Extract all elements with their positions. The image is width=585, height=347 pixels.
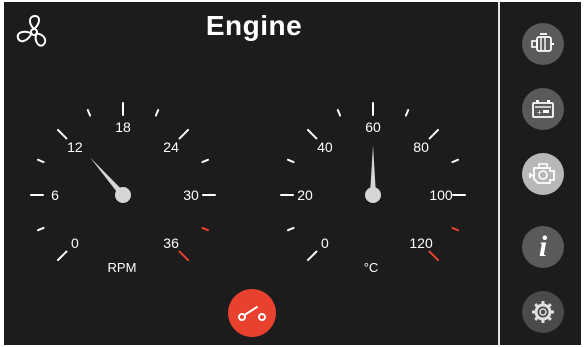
rpm-tick-label: 36 — [163, 235, 179, 251]
rpm-tick — [154, 109, 160, 117]
sidebar: + i — [500, 2, 581, 345]
rpm-tick — [56, 128, 68, 140]
rpm-tick-label: 24 — [163, 139, 179, 155]
battery-icon: + — [532, 100, 554, 118]
rpm-gauge: 0 6 12 18 24 30 36 RPM — [30, 102, 216, 275]
gear-icon — [532, 301, 554, 323]
rpm-tick-label: 0 — [71, 235, 79, 251]
rpm-tick — [86, 109, 92, 117]
sidebar-item-info[interactable]: i — [522, 226, 564, 268]
temp-tick — [404, 109, 410, 117]
temp-tick-label: 80 — [413, 139, 429, 155]
temperature-gauge: 0 20 40 60 80 100 120 °C — [280, 102, 466, 275]
temp-needle-hub — [365, 187, 381, 203]
temp-tick-label: 20 — [297, 187, 313, 203]
rpm-tick-label: 18 — [115, 119, 131, 135]
rpm-tick — [201, 226, 209, 232]
rpm-unit-label: RPM — [108, 260, 137, 275]
rpm-tick — [178, 250, 190, 262]
temp-tick-label: 0 — [321, 235, 329, 251]
rpm-tick-label: 30 — [183, 187, 199, 203]
temp-tick — [451, 226, 459, 232]
info-icon: i — [538, 230, 548, 263]
toggle-switch-button[interactable] — [228, 289, 276, 337]
rpm-tick — [56, 250, 68, 262]
main-panel: Engine 0 6 12 18 24 30 36 RPM 0 20 40 60 80 100 120 °C — [4, 2, 498, 345]
temp-tick — [287, 158, 295, 164]
sidebar-item-settings[interactable] — [522, 291, 564, 333]
temp-tick-label: 40 — [317, 139, 333, 155]
rpm-tick — [37, 226, 45, 232]
rpm-tick — [37, 158, 45, 164]
temp-tick-label: 120 — [409, 235, 433, 251]
engine-screen: Engine 0 6 12 18 24 30 36 RPM 0 20 40 60 80 100 120 °C — [4, 2, 581, 345]
temp-tick-label: 60 — [365, 119, 381, 135]
temp-tick — [287, 226, 295, 232]
engine-icon — [529, 163, 555, 184]
temp-tick — [428, 128, 440, 140]
rpm-tick-label: 12 — [67, 139, 83, 155]
switch-icon — [238, 306, 266, 321]
temp-tick — [451, 158, 459, 164]
sidebar-item-generator[interactable] — [522, 23, 564, 65]
temp-tick — [306, 128, 318, 140]
generator-icon — [531, 33, 554, 52]
rpm-needle-hub — [115, 187, 131, 203]
rpm-tick-label: 6 — [51, 187, 59, 203]
svg-text:+: + — [537, 108, 542, 117]
sidebar-item-engine[interactable] — [522, 153, 564, 195]
temp-tick — [306, 250, 318, 262]
rpm-tick — [201, 158, 209, 164]
temp-tick-label: 100 — [429, 187, 453, 203]
temp-tick — [428, 250, 440, 262]
temp-tick — [336, 109, 342, 117]
rpm-tick — [178, 128, 190, 140]
sidebar-item-battery[interactable]: + — [522, 88, 564, 130]
temp-unit-label: °C — [364, 260, 379, 275]
